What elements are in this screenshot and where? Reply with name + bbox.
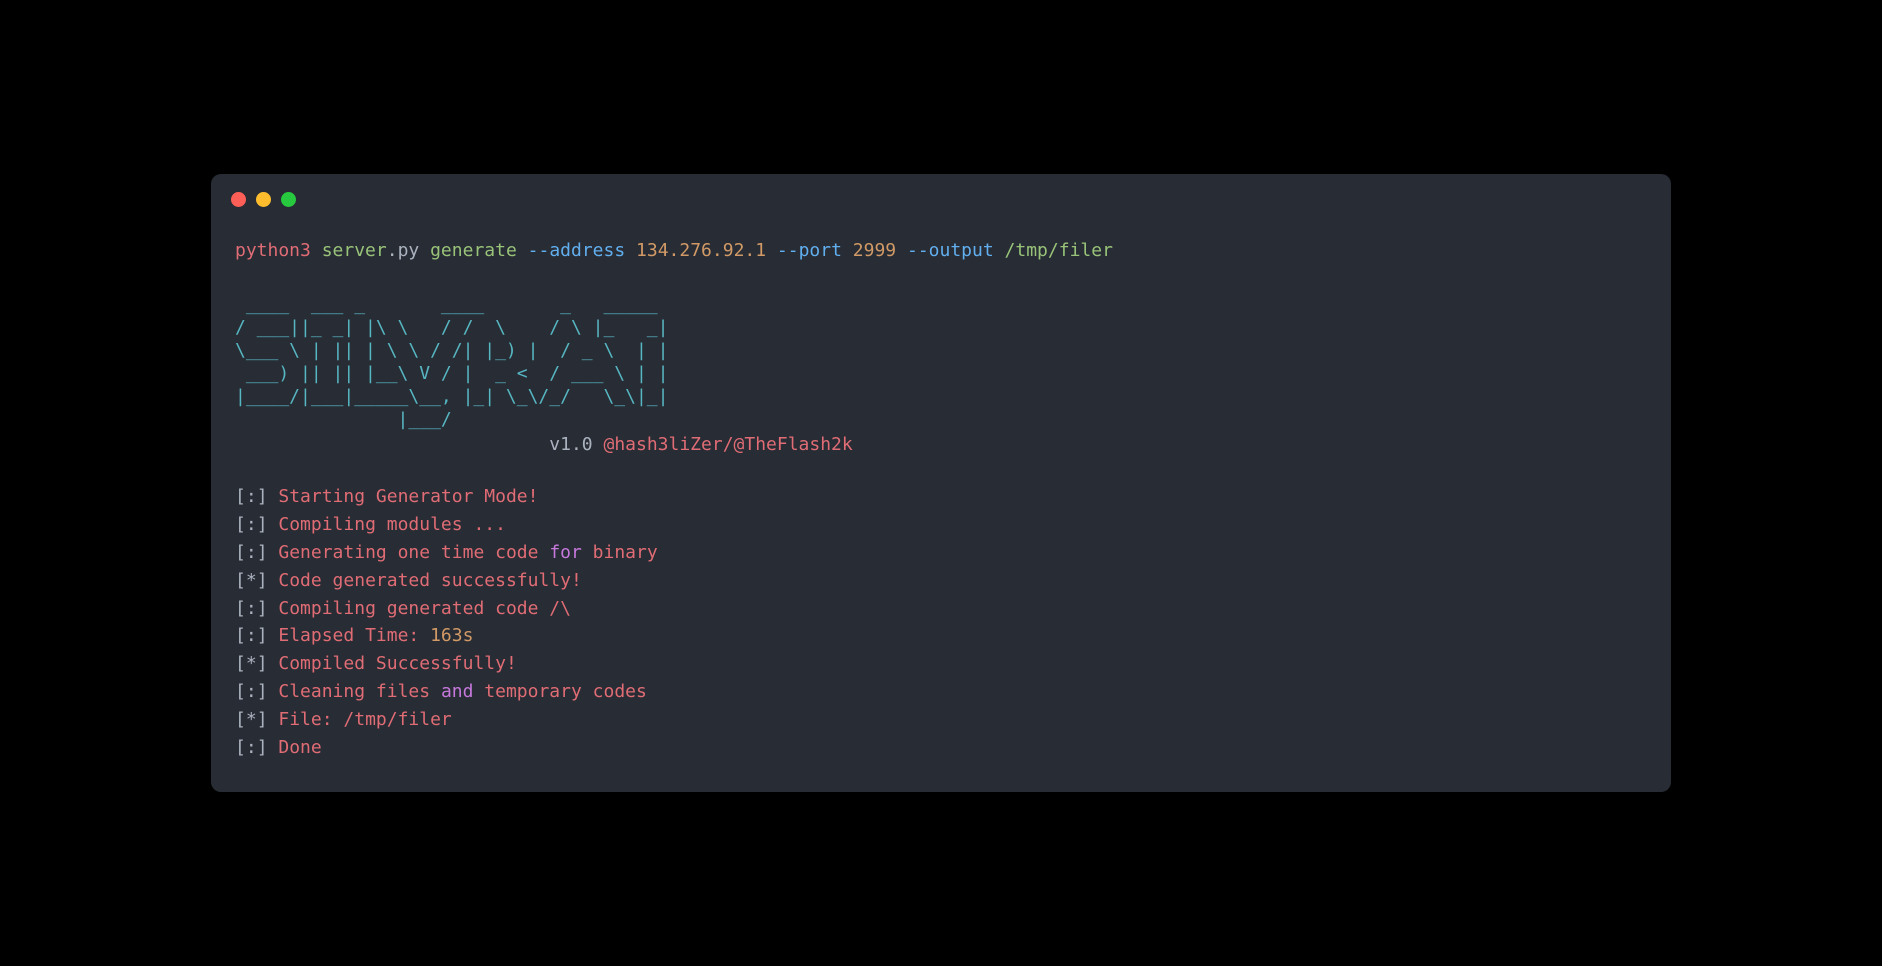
flag-address: --address bbox=[528, 240, 626, 261]
terminal-window: python3 server.py generate --address 134… bbox=[211, 174, 1671, 792]
bracket-open: [ bbox=[235, 486, 246, 507]
address-value: 134.276.92.1 bbox=[636, 240, 766, 261]
log-text: Starting Generator Mode! bbox=[278, 486, 538, 507]
titlebar bbox=[211, 174, 1671, 217]
flag-port: --port bbox=[777, 240, 842, 261]
bracket-symbol: * bbox=[246, 653, 257, 674]
bracket-close: ] bbox=[257, 570, 279, 591]
bracket-close: ] bbox=[257, 709, 279, 730]
log-line: [:] Compiling generated code /\ bbox=[235, 595, 1647, 623]
log-text: File: /tmp/filer bbox=[278, 709, 451, 730]
log-text: Compiled Successfully! bbox=[278, 653, 516, 674]
bracket-symbol: * bbox=[246, 709, 257, 730]
bracket-open: [ bbox=[235, 514, 246, 535]
log-text: Code generated successfully! bbox=[278, 570, 581, 591]
log-line: [:] Elapsed Time: 163s bbox=[235, 622, 1647, 650]
log-text: temporary codes bbox=[473, 681, 646, 702]
bracket-symbol: : bbox=[246, 737, 257, 758]
log-text: and bbox=[441, 681, 474, 702]
log-line: [:] Generating one time code for binary bbox=[235, 539, 1647, 567]
bracket-symbol: * bbox=[246, 570, 257, 591]
cmd-script: server bbox=[322, 240, 387, 261]
log-line: [*] Compiled Successfully! bbox=[235, 650, 1647, 678]
ascii-banner: ____ ___ _ ____ _ _____ / ___||_ _| |\ \… bbox=[235, 293, 1647, 431]
log-line: [*] File: /tmp/filer bbox=[235, 706, 1647, 734]
bracket-open: [ bbox=[235, 598, 246, 619]
bracket-close: ] bbox=[257, 653, 279, 674]
log-text: binary bbox=[582, 542, 658, 563]
bracket-close: ] bbox=[257, 737, 279, 758]
bracket-open: [ bbox=[235, 681, 246, 702]
bracket-open: [ bbox=[235, 542, 246, 563]
log-line: [:] Cleaning files and temporary codes bbox=[235, 678, 1647, 706]
bracket-symbol: : bbox=[246, 514, 257, 535]
maximize-icon[interactable] bbox=[281, 192, 296, 207]
output-value: /tmp/filer bbox=[1005, 240, 1113, 261]
bracket-close: ] bbox=[257, 542, 279, 563]
cmd-program: python3 bbox=[235, 240, 311, 261]
terminal-body[interactable]: python3 server.py generate --address 134… bbox=[211, 217, 1671, 792]
log-text: Generating one time code bbox=[278, 542, 549, 563]
log-text: Cleaning files bbox=[278, 681, 441, 702]
log-line: [*] Code generated successfully! bbox=[235, 567, 1647, 595]
log-text: Compiling modules ... bbox=[278, 514, 506, 535]
credits-line: v1.0 @hash3liZer/@TheFlash2k bbox=[235, 431, 1647, 459]
flag-output: --output bbox=[907, 240, 994, 261]
port-value: 2999 bbox=[853, 240, 896, 261]
author-handles: @hash3liZer/@TheFlash2k bbox=[603, 434, 852, 455]
log-line: [:] Starting Generator Mode! bbox=[235, 483, 1647, 511]
log-text: Elapsed Time: bbox=[278, 625, 430, 646]
bracket-open: [ bbox=[235, 625, 246, 646]
log-text: Done bbox=[278, 737, 321, 758]
bracket-symbol: : bbox=[246, 681, 257, 702]
command-line: python3 server.py generate --address 134… bbox=[235, 237, 1647, 265]
bracket-open: [ bbox=[235, 570, 246, 591]
log-text: 163s bbox=[430, 625, 473, 646]
bracket-open: [ bbox=[235, 737, 246, 758]
cmd-subcommand: generate bbox=[430, 240, 517, 261]
bracket-open: [ bbox=[235, 709, 246, 730]
log-line: [:] Compiling modules ... bbox=[235, 511, 1647, 539]
log-output: [:] Starting Generator Mode![:] Compilin… bbox=[235, 483, 1647, 762]
bracket-symbol: : bbox=[246, 542, 257, 563]
bracket-symbol: : bbox=[246, 486, 257, 507]
bracket-open: [ bbox=[235, 653, 246, 674]
version-text: v1.0 bbox=[549, 434, 592, 455]
bracket-close: ] bbox=[257, 625, 279, 646]
bracket-close: ] bbox=[257, 486, 279, 507]
minimize-icon[interactable] bbox=[256, 192, 271, 207]
log-text: for bbox=[549, 542, 582, 563]
log-line: [:] Done bbox=[235, 734, 1647, 762]
bracket-symbol: : bbox=[246, 598, 257, 619]
bracket-close: ] bbox=[257, 681, 279, 702]
cmd-ext: .py bbox=[387, 240, 420, 261]
bracket-symbol: : bbox=[246, 625, 257, 646]
close-icon[interactable] bbox=[231, 192, 246, 207]
bracket-close: ] bbox=[257, 514, 279, 535]
bracket-close: ] bbox=[257, 598, 279, 619]
log-text: Compiling generated code /\ bbox=[278, 598, 571, 619]
